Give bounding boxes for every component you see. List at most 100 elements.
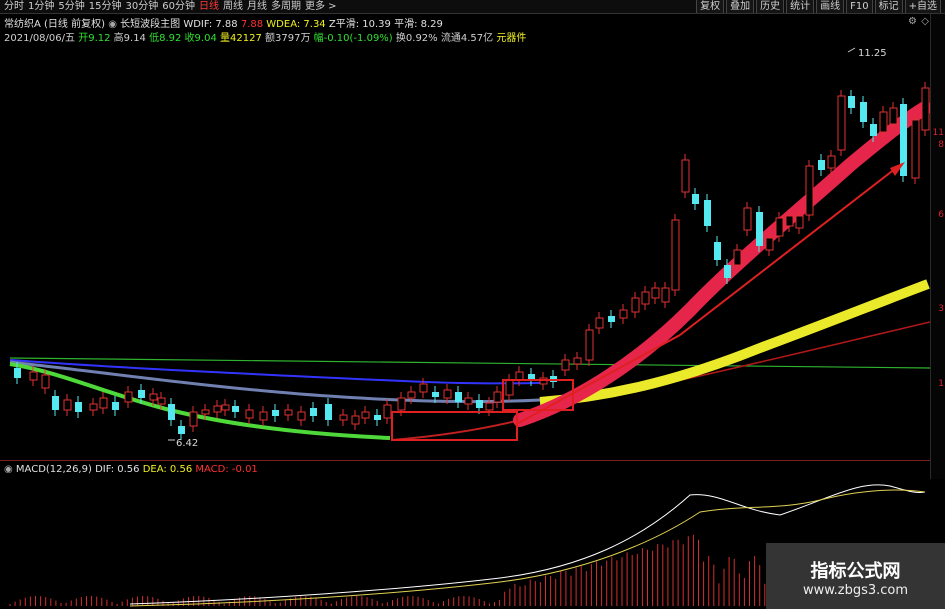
- candle-body: [213, 405, 222, 413]
- candle-body: [608, 316, 615, 322]
- candle-body: [351, 415, 360, 425]
- candle-body: [99, 397, 108, 409]
- candle-body: [272, 410, 279, 416]
- candle-body: [921, 87, 930, 131]
- candle-body: [63, 399, 72, 411]
- candle-body: [573, 357, 582, 365]
- candle-body: [443, 389, 452, 399]
- candle-body: [138, 390, 145, 398]
- candle-body: [157, 397, 166, 405]
- macd-icon[interactable]: ◉: [4, 464, 13, 475]
- candle-body: [714, 242, 721, 260]
- candle-body: [397, 397, 406, 411]
- candle-body: [29, 371, 38, 381]
- candles-group: [14, 82, 930, 440]
- candle-body: [383, 404, 392, 419]
- candle-body: [641, 291, 650, 305]
- red-ma-line: [391, 419, 521, 441]
- candle-body: [837, 95, 846, 151]
- macd-dea: DEA: 0.56: [142, 464, 193, 475]
- candle-body: [259, 411, 268, 421]
- candle-body: [765, 237, 774, 251]
- candle-body: [870, 124, 877, 136]
- candle-body: [585, 329, 594, 361]
- watermark-title: 指标公式网: [810, 561, 901, 582]
- candle-body: [201, 409, 210, 415]
- candle-body: [476, 400, 483, 408]
- candle-body: [407, 391, 416, 399]
- candle-body: [464, 397, 473, 405]
- candle-body: [879, 111, 888, 133]
- candle-body: [75, 402, 82, 412]
- candle-body: [189, 411, 198, 427]
- candle-body: [561, 359, 570, 371]
- candle-body: [178, 426, 185, 434]
- candle-body: [795, 215, 804, 229]
- candle-body: [325, 404, 332, 420]
- macd-histogram: [9, 534, 873, 606]
- candle-body: [493, 391, 502, 403]
- macd-header: ◉ MACD(12,26,9) DIF: 0.56 DEA: 0.56 MACD…: [4, 464, 258, 475]
- candle-body: [631, 297, 640, 313]
- macd-dif: DIF: 0.56: [95, 464, 140, 475]
- candle-body: [245, 409, 254, 419]
- candle-body: [284, 409, 293, 416]
- high-marker: [847, 47, 856, 53]
- candle-body: [775, 217, 784, 237]
- candle-body: [419, 383, 428, 393]
- candle-body: [661, 287, 670, 303]
- candle-body: [232, 406, 239, 412]
- candle-body: [860, 102, 867, 122]
- candle-body: [848, 96, 855, 108]
- candle-body: [681, 159, 690, 193]
- candle-body: [310, 408, 317, 416]
- candle-body: [432, 392, 439, 397]
- candle-body: [743, 207, 752, 231]
- right-price-axis: 11 8 6 3 1: [930, 14, 945, 479]
- watermark-url: www.zbgs3.com: [802, 583, 909, 598]
- high-price-label: 11.25: [858, 48, 887, 59]
- candle-body: [692, 194, 699, 204]
- candle-body: [704, 200, 711, 226]
- candle-body: [733, 249, 742, 266]
- candle-body: [124, 391, 133, 403]
- candle-body: [297, 411, 306, 421]
- macd-value: MACD: -0.01: [195, 464, 258, 475]
- macd-title[interactable]: MACD(12,26,9): [16, 464, 92, 475]
- candle-body: [485, 402, 494, 411]
- candle-body: [361, 411, 370, 419]
- axis-label: 3: [938, 304, 944, 314]
- candlestick-chart[interactable]: [0, 0, 945, 609]
- axis-label: 6: [938, 210, 944, 220]
- candle-body: [505, 379, 514, 396]
- axis-label: 1: [938, 379, 944, 389]
- candle-body: [515, 371, 524, 381]
- stock-chart-window: { "toolbar": { "periods": ["分时","1分钟","5…: [0, 0, 945, 609]
- candle-body: [651, 287, 660, 299]
- candle-body: [785, 215, 794, 227]
- candle-body: [52, 396, 59, 410]
- candle-body: [671, 219, 680, 291]
- candle-body: [89, 403, 98, 411]
- axis-label: 11: [932, 128, 944, 138]
- candle-body: [805, 165, 814, 216]
- candle-body: [619, 309, 628, 319]
- candle-body: [374, 415, 381, 420]
- axis-label: 8: [938, 140, 944, 150]
- thick-red-ribbon: [513, 101, 932, 427]
- candle-body: [889, 107, 898, 125]
- candle-body: [112, 402, 119, 410]
- candle-body: [168, 404, 175, 420]
- candle-body: [41, 374, 50, 389]
- candle-body: [149, 393, 158, 401]
- candle-body: [221, 404, 230, 411]
- panel-divider: [0, 460, 930, 461]
- candle-body: [827, 155, 836, 169]
- watermark-banner: 指标公式网 www.zbgs3.com: [766, 543, 945, 609]
- candle-body: [339, 414, 348, 421]
- low-price-label: 6.42: [176, 438, 199, 449]
- candle-body: [911, 119, 920, 179]
- candle-body: [756, 212, 763, 246]
- candle-body: [818, 160, 825, 170]
- candle-body: [455, 392, 462, 402]
